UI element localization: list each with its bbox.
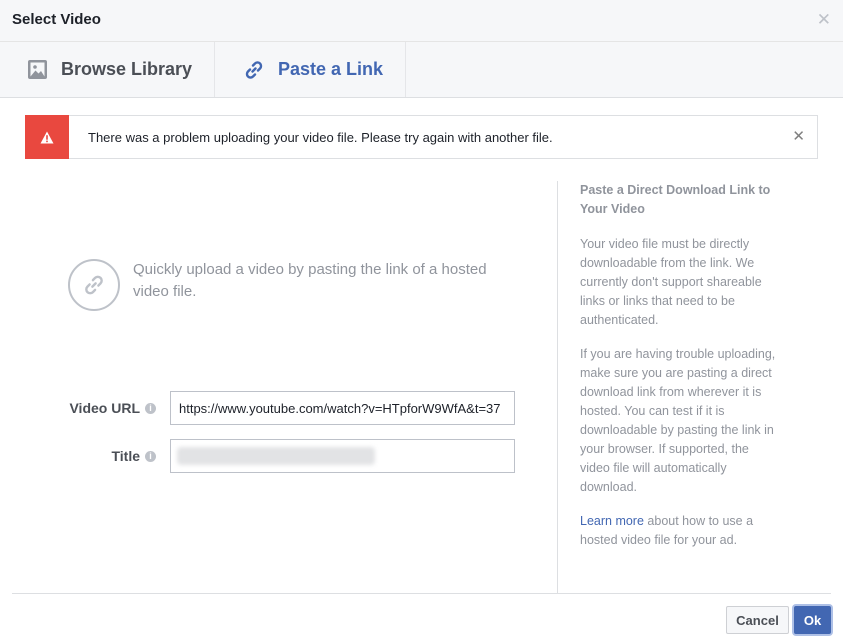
help-paragraph-1: Your video file must be directly downloa… [580,237,762,327]
learn-more-link[interactable]: Learn more [580,514,644,528]
info-icon[interactable]: i [145,450,156,462]
blurred-title-value [177,447,375,465]
tab-bar: Browse Library Paste a Link [0,42,843,98]
video-url-input[interactable] [170,391,515,425]
info-icon[interactable]: i [145,402,156,414]
tab-browse-library-label: Browse Library [61,59,193,79]
alert-close-icon[interactable]: ✕ [792,128,805,146]
video-url-label: Video URL i [69,400,156,416]
error-alert: There was a problem uploading your video… [25,115,818,159]
image-icon [28,60,47,79]
tab-browse-library[interactable]: Browse Library [0,42,215,97]
tab-paste-link-label: Paste a Link [278,59,384,79]
close-icon[interactable]: ✕ [817,10,831,30]
help-heading: Paste a Direct Download Link to Your Vid… [580,183,771,216]
help-paragraph-3: Learn more about how to use a hosted vid… [580,512,780,550]
vertical-divider [557,181,558,593]
alert-message: There was a problem uploading your video… [88,130,553,145]
dialog-header: Select Video ✕ [0,0,843,42]
alert-bar [25,115,69,159]
ok-button[interactable]: Ok [794,606,831,634]
help-paragraph-2: If you are having trouble uploading, mak… [580,347,776,494]
help-sidebar: Paste a Direct Download Link to Your Vid… [580,181,780,565]
hero-text: Quickly upload a video by pasting the li… [133,261,487,300]
footer-divider [12,593,831,594]
cancel-button[interactable]: Cancel [726,606,789,634]
video-url-label-text: Video URL [69,400,140,416]
tab-paste-link[interactable]: Paste a Link [215,42,406,97]
title-label: Title i [111,448,156,464]
link-circle-icon [68,259,120,311]
dialog-title: Select Video [12,11,101,28]
title-label-text: Title [111,448,140,464]
link-icon [245,60,263,79]
warning-icon [40,131,54,143]
